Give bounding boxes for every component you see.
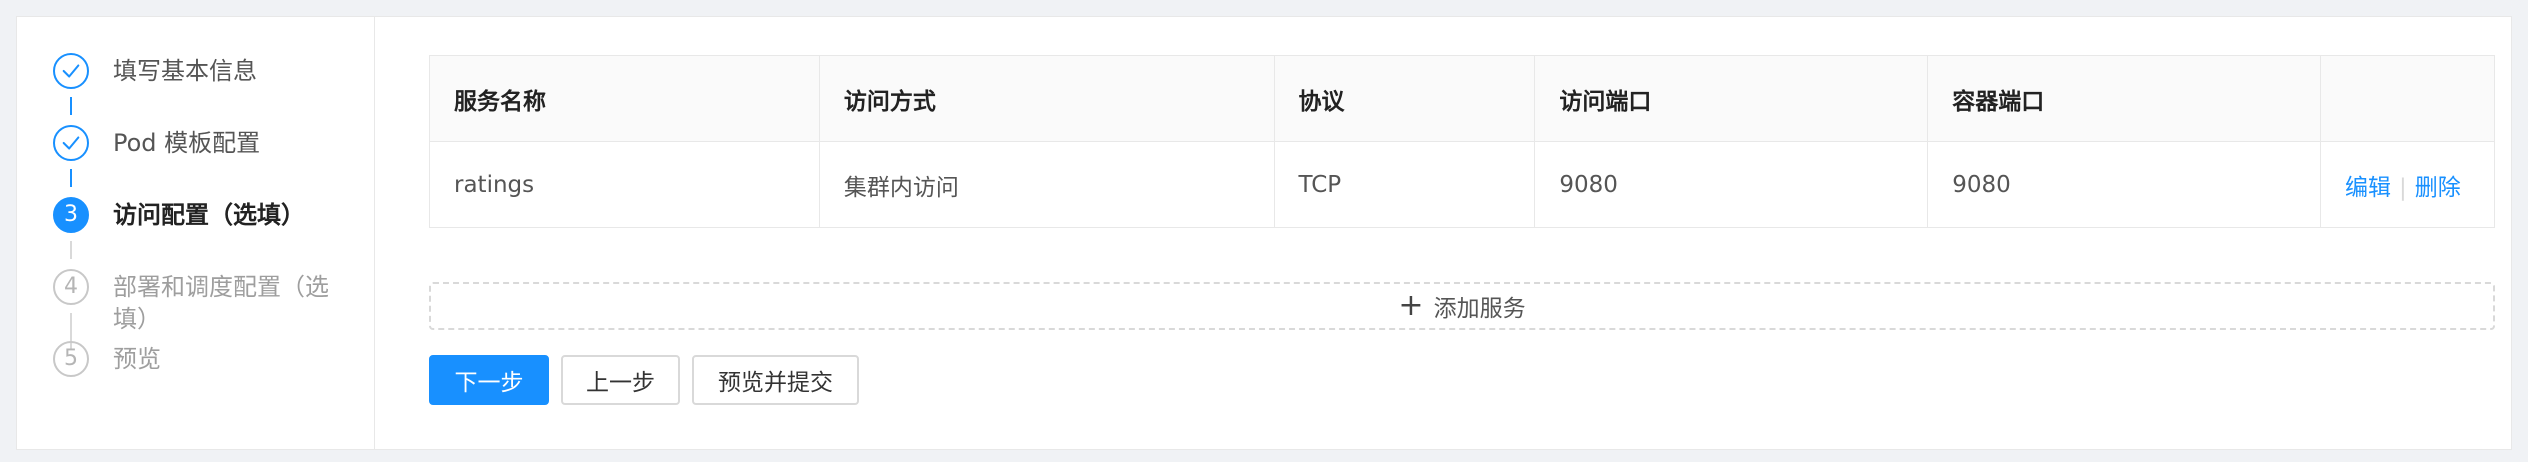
add-service-label: 添加服务 [1433, 296, 1526, 322]
workload-form-card: 填写基本信息 Pod 模板配置 3 访问配置（选填） 4 部署和调度配置（选填）… [16, 16, 2512, 450]
cell-operations: 编辑 | 删除 [2319, 141, 2496, 228]
edit-link[interactable]: 编辑 [2345, 175, 2391, 201]
access-config-panel: 服务名称 访问方式 协议 访问端口 容器端口 ratings 集群内访问 TCP… [429, 55, 2496, 405]
column-header-service-name: 服务名称 [429, 55, 820, 142]
cell-access-port: 9080 [1534, 141, 1929, 228]
add-service-button[interactable]: + 添加服务 [429, 282, 2495, 330]
cell-protocol: TCP [1273, 141, 1536, 228]
step-label: 部署和调度配置（选填） [113, 273, 329, 333]
step-number-icon: 5 [53, 341, 89, 377]
step-label: 预览 [113, 345, 161, 373]
check-icon [53, 125, 89, 161]
table-header-row: 服务名称 访问方式 协议 访问端口 容器端口 [429, 55, 2496, 142]
form-actions: 下一步 上一步 预览并提交 [429, 355, 871, 405]
column-header-access-port: 访问端口 [1534, 55, 1929, 142]
cell-service-name: ratings [429, 141, 820, 228]
step-number-icon: 4 [53, 269, 89, 305]
step-label: 填写基本信息 [113, 57, 257, 85]
table-row: ratings 集群内访问 TCP 9080 9080 编辑 | 删除 [429, 141, 2496, 228]
preview-submit-button[interactable]: 预览并提交 [692, 355, 859, 405]
link-divider: | [2398, 174, 2407, 201]
check-icon [53, 53, 89, 89]
next-step-button[interactable]: 下一步 [429, 355, 549, 405]
column-header-access-type: 访问方式 [818, 55, 1275, 142]
delete-link[interactable]: 删除 [2415, 175, 2461, 201]
cell-container-port: 9080 [1927, 141, 2321, 228]
step-connector [70, 241, 72, 259]
step-label: 访问配置（选填） [113, 201, 305, 229]
step-connector [70, 169, 72, 187]
service-table: 服务名称 访问方式 协议 访问端口 容器端口 ratings 集群内访问 TCP… [429, 55, 2496, 228]
column-header-container-port: 容器端口 [1927, 55, 2321, 142]
column-header-operations [2319, 55, 2496, 142]
cell-access-type: 集群内访问 [818, 141, 1275, 228]
previous-step-button[interactable]: 上一步 [561, 355, 680, 405]
step-connector [70, 97, 72, 115]
step-number-icon: 3 [53, 197, 89, 233]
step-label: Pod 模板配置 [113, 129, 261, 157]
steps-sidebar: 填写基本信息 Pod 模板配置 3 访问配置（选填） 4 部署和调度配置（选填）… [17, 17, 375, 449]
plus-icon: + [1398, 288, 1424, 323]
column-header-protocol: 协议 [1273, 55, 1536, 142]
